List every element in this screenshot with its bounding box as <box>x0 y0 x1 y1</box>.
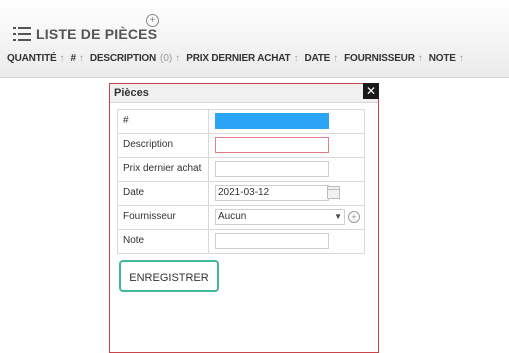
date-input[interactable]: 2021-03-12 <box>215 185 329 201</box>
part-form: # Description Prix dernier achat Date 20… <box>117 109 365 254</box>
sort-up-icon[interactable]: ↑ <box>459 53 464 64</box>
column-headers: QUANTITÉ ↑ # ↑ DESCRIPTION (0) ↑ PRIX DERNIE… <box>7 53 470 64</box>
note-input[interactable] <box>215 233 329 249</box>
supplier-select[interactable]: Aucun ▼ <box>215 209 345 225</box>
column-fournisseur[interactable]: FOURNISSEUR ↑ <box>344 53 423 64</box>
list-icon <box>13 27 31 41</box>
sort-up-icon[interactable]: ↑ <box>293 53 298 64</box>
add-part-icon[interactable]: + <box>146 14 159 27</box>
column-label: QUANTITÉ <box>7 53 57 64</box>
add-supplier-icon[interactable]: + <box>348 211 360 223</box>
column-date[interactable]: DATE ↑ <box>304 53 338 64</box>
calendar-icon[interactable] <box>327 186 340 199</box>
column-label: FOURNISSEUR <box>344 53 415 64</box>
column-label: PRIX DERNIER ACHAT <box>186 53 291 64</box>
top-bar: LISTE DE PIÈCES + QUANTITÉ ↑ # ↑ DESCRIPTI… <box>0 0 509 78</box>
save-button[interactable]: ENREGISTRER <box>119 260 219 292</box>
column-prix-dernier-achat[interactable]: PRIX DERNIER ACHAT ↑ <box>186 53 298 64</box>
column-label: NOTE <box>428 53 456 64</box>
chevron-down-icon: ▼ <box>334 212 342 221</box>
page-header: LISTE DE PIÈCES <box>13 22 157 46</box>
field-label: Prix dernier achat <box>118 158 209 181</box>
column-number[interactable]: # ↑ <box>71 53 84 64</box>
form-row-note: Note <box>117 230 365 254</box>
close-icon[interactable]: ✕ <box>363 83 379 99</box>
form-row-description: Description <box>117 134 365 158</box>
sort-up-icon[interactable]: ↑ <box>333 53 338 64</box>
field-label: Date <box>118 182 209 205</box>
column-label: # <box>70 53 77 64</box>
sort-up-icon[interactable]: ↑ <box>175 53 180 64</box>
form-row-supplier: Fournisseur Aucun ▼ + <box>117 206 365 230</box>
column-quantite[interactable]: QUANTITÉ ↑ <box>7 53 65 64</box>
form-row-number: # <box>117 109 365 134</box>
column-note[interactable]: NOTE ↑ <box>429 53 464 64</box>
description-input[interactable] <box>215 137 329 153</box>
field-label: # <box>118 110 209 133</box>
sort-up-icon[interactable]: ↑ <box>60 53 65 64</box>
sort-up-icon[interactable]: ↑ <box>79 53 84 64</box>
column-label: DATE <box>304 53 331 64</box>
field-label: Description <box>118 134 209 157</box>
sort-up-icon[interactable]: ↑ <box>418 53 423 64</box>
column-count: (0) <box>160 53 173 64</box>
pieces-dialog: Pièces ✕ # Description Prix dernier acha… <box>109 83 379 353</box>
column-description[interactable]: DESCRIPTION (0) ↑ <box>90 53 180 64</box>
field-label: Fournisseur <box>118 206 209 229</box>
field-label: Note <box>118 230 209 253</box>
form-row-date: Date 2021-03-12 <box>117 182 365 206</box>
page-title: LISTE DE PIÈCES <box>36 26 158 42</box>
form-row-price: Prix dernier achat <box>117 158 365 182</box>
number-input[interactable] <box>215 113 329 129</box>
column-label: DESCRIPTION <box>89 53 157 64</box>
dialog-title: Pièces <box>110 84 378 103</box>
price-input[interactable] <box>215 161 329 177</box>
supplier-selected-value: Aucun <box>218 211 247 222</box>
